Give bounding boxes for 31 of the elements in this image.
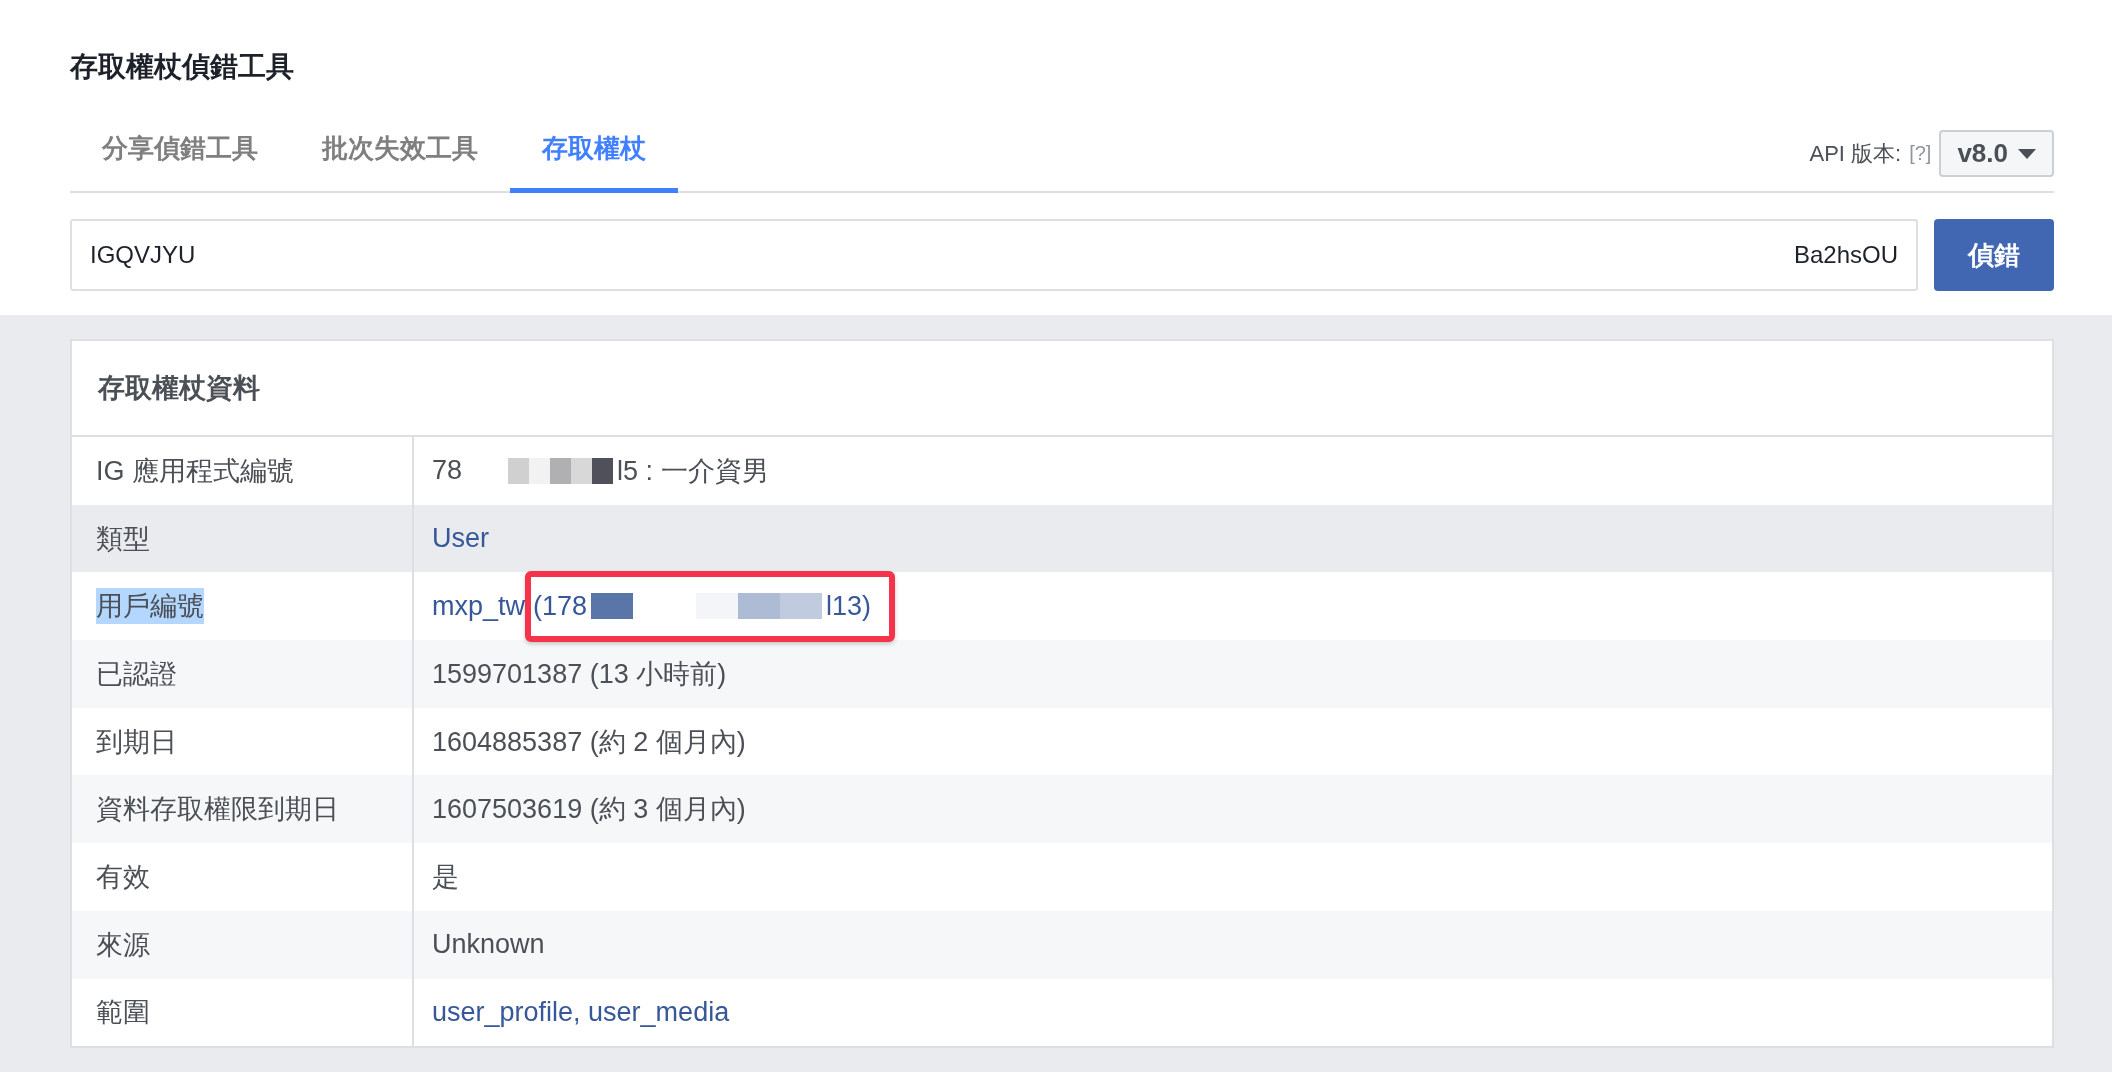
tab[interactable]: 批次失效工具 xyxy=(290,131,510,193)
account-link[interactable]: mxp_tw xyxy=(432,590,526,622)
token-field[interactable]: IGQVJYU Ba2hsOU xyxy=(70,219,1918,291)
value-text: 78 xyxy=(432,455,463,487)
api-version-label: API 版本: xyxy=(1809,139,1902,168)
row-label: 範圍 xyxy=(96,996,150,1030)
highlight-frame: (178 l13) xyxy=(525,570,896,642)
row-label: 用戶編號 xyxy=(96,588,204,625)
value-text: l5 : 一介資男 xyxy=(617,454,769,488)
value-text: 1599701387 (13 小時前) xyxy=(432,657,727,691)
tab[interactable]: 存取權杖 xyxy=(510,131,678,193)
row-label: 已認證 xyxy=(96,657,177,691)
value-link[interactable]: user_profile, user_media xyxy=(432,996,730,1028)
help-link[interactable]: [?] xyxy=(1909,142,1932,165)
tab[interactable]: 分享偵錯工具 xyxy=(70,131,290,193)
page-title: 存取權杖偵錯工具 xyxy=(70,50,294,84)
value-text: 是 xyxy=(432,860,459,894)
debug-button[interactable]: 偵錯 xyxy=(1934,219,2054,291)
row-label: 有效 xyxy=(96,860,150,894)
value-text: Unknown xyxy=(432,929,545,961)
value-text: 1604885387 (約 2 個月內) xyxy=(432,725,746,759)
panel-title: 存取權杖資料 xyxy=(98,372,260,405)
row-label: IG 應用程式編號 xyxy=(96,454,294,488)
value-text: 1607503619 (約 3 個月內) xyxy=(432,793,746,827)
row-label: 到期日 xyxy=(96,725,177,759)
row-label: 來源 xyxy=(96,928,150,962)
version-dropdown[interactable]: v8.0 xyxy=(1939,130,2054,177)
row-label: 類型 xyxy=(96,522,150,556)
value-link[interactable]: User xyxy=(432,523,489,555)
caret-icon xyxy=(2018,148,2036,159)
row-label: 資料存取權限到期日 xyxy=(96,793,339,827)
